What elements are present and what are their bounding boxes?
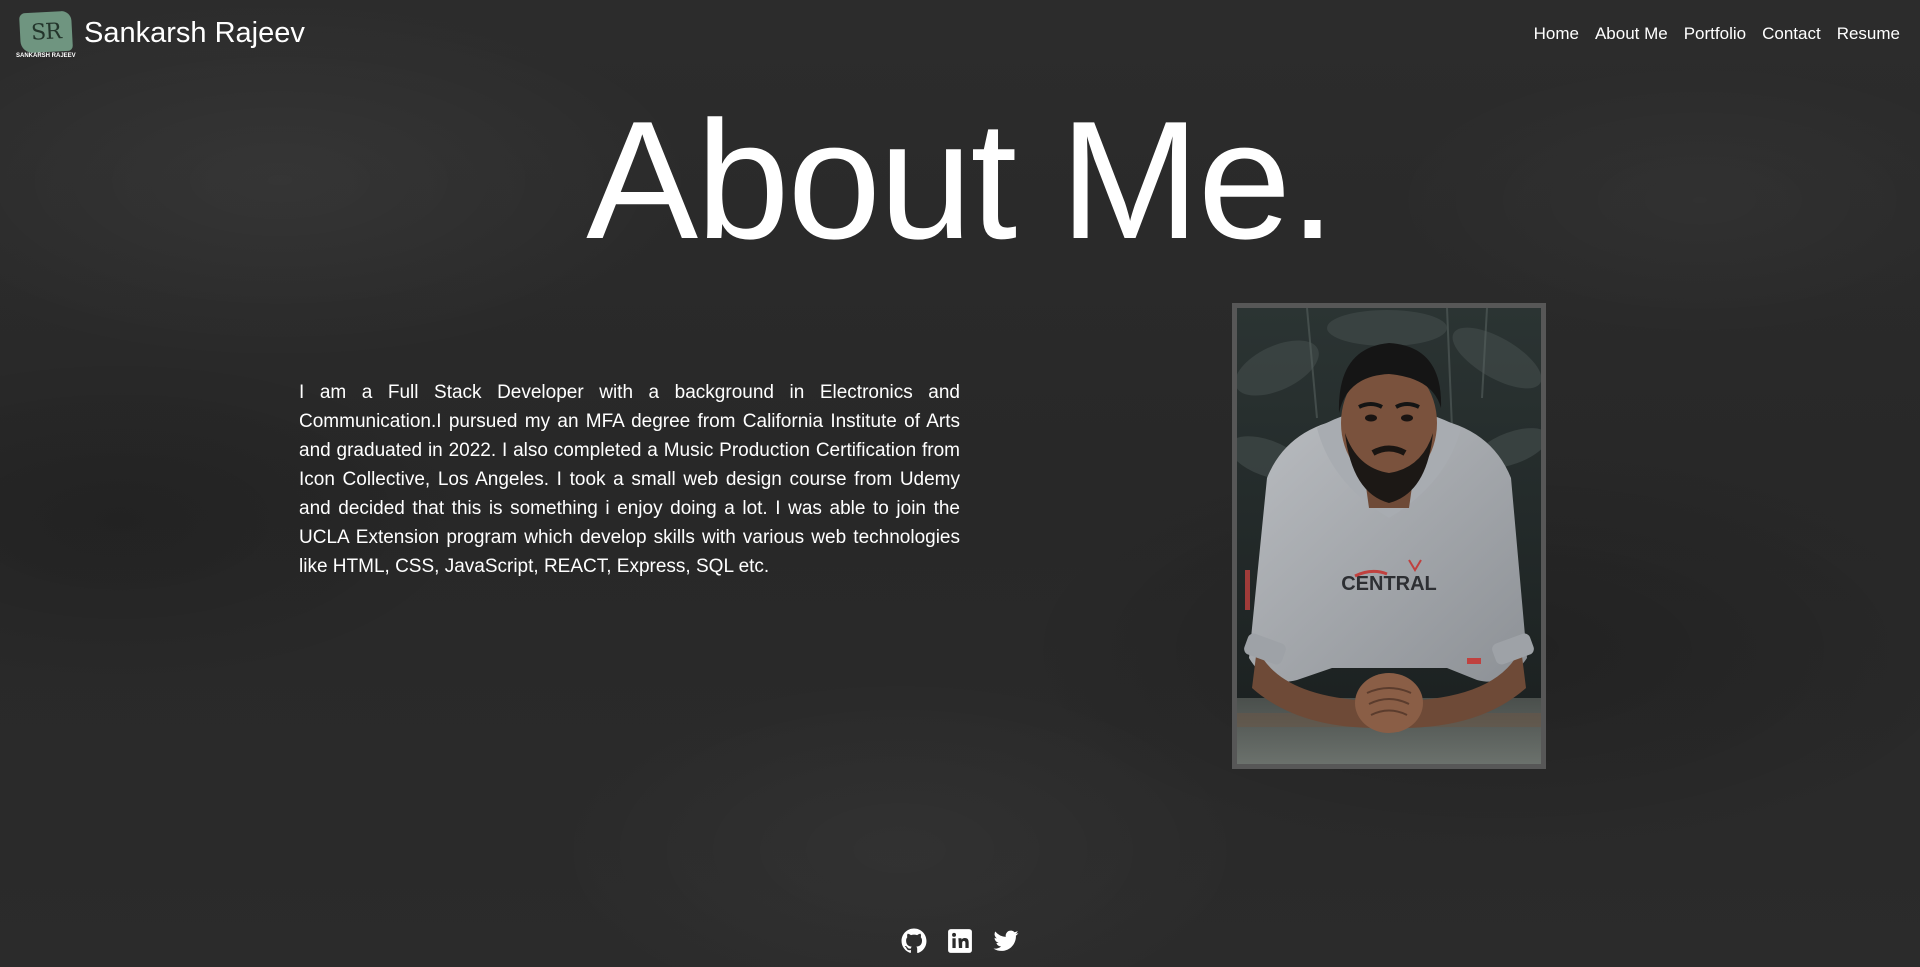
nav-link-home[interactable]: Home — [1534, 24, 1579, 44]
profile-photo: CENTRAL — [1232, 303, 1546, 769]
linkedin-icon — [948, 929, 972, 953]
logo-caption: SANKARSH RAJEEV — [16, 53, 76, 59]
social-links — [0, 928, 1920, 954]
linkedin-link[interactable] — [947, 928, 973, 954]
logo-initials: SR — [30, 18, 62, 46]
github-link[interactable] — [901, 928, 927, 954]
twitter-link[interactable] — [993, 928, 1019, 954]
logo-badge: SR — [18, 10, 74, 54]
github-icon — [901, 928, 927, 954]
nav-link-portfolio[interactable]: Portfolio — [1684, 24, 1746, 44]
site-header: SR SANKARSH RAJEEV Sankarsh Rajeev Home … — [0, 0, 1920, 70]
page-title: About Me. — [586, 86, 1336, 274]
nav-link-about-me[interactable]: About Me — [1595, 24, 1668, 44]
brand[interactable]: SR SANKARSH RAJEEV Sankarsh Rajeev — [16, 10, 305, 62]
profile-photo-illustration: CENTRAL — [1237, 308, 1541, 764]
logo[interactable]: SR SANKARSH RAJEEV — [16, 10, 78, 62]
bio-paragraph: I am a Full Stack Developer with a backg… — [299, 382, 960, 577]
twitter-icon — [993, 930, 1019, 951]
brand-name[interactable]: Sankarsh Rajeev — [84, 18, 305, 48]
main-nav: Home About Me Portfolio Contact Resume — [1534, 24, 1900, 44]
nav-link-resume[interactable]: Resume — [1837, 24, 1900, 44]
nav-link-contact[interactable]: Contact — [1762, 24, 1821, 44]
